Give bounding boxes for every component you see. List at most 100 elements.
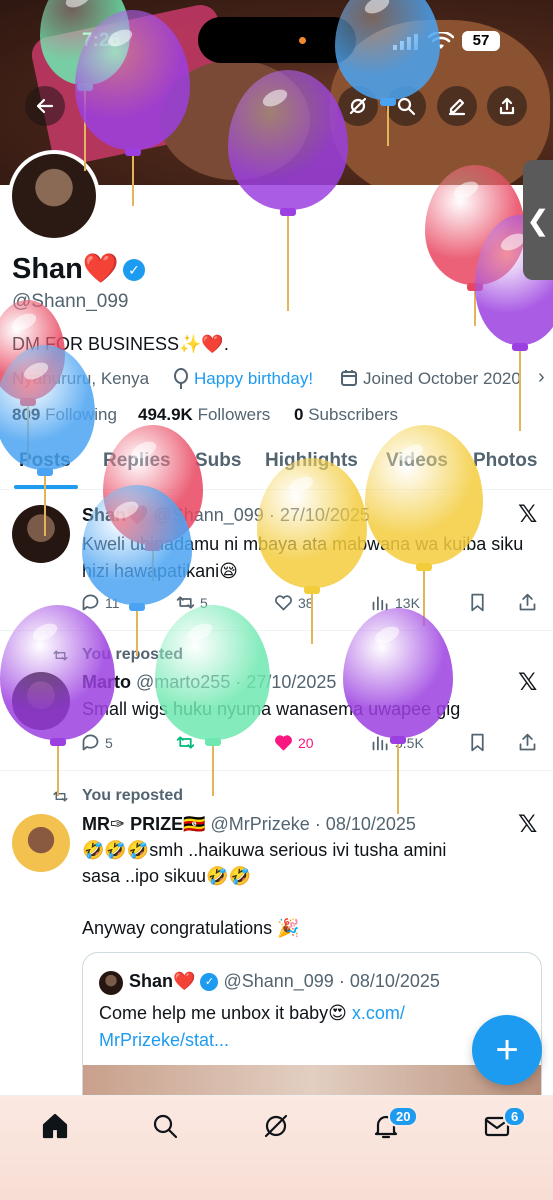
verified-badge-icon: ✓: [200, 973, 219, 991]
tab-videos[interactable]: Videos: [386, 450, 448, 472]
home-icon: [42, 1113, 68, 1139]
dynamic-island: [198, 17, 356, 63]
like-button[interactable]: 20: [273, 732, 314, 753]
reply-button[interactable]: 11: [80, 592, 120, 613]
tweet-avatar[interactable]: [12, 505, 70, 563]
views-button[interactable]: 5.5K: [370, 732, 424, 753]
x-logo-icon: 𝕏: [518, 669, 538, 696]
repost-label: You reposted: [82, 787, 184, 804]
divider: [0, 630, 553, 631]
back-arrow-icon: [36, 98, 54, 114]
reply-button[interactable]: 5: [80, 732, 113, 753]
wifi-icon: [427, 30, 455, 56]
following-stat[interactable]: 809 Following: [12, 405, 117, 425]
share-icon: [499, 97, 515, 115]
quote-link-continued[interactable]: MrPrizeke/stat...: [99, 1030, 229, 1051]
verified-badge-icon: ✓: [123, 259, 145, 281]
tweet-text[interactable]: Kweli ubinadamu ni mbaya ata mabwana wa …: [82, 531, 542, 585]
bookmark-icon: [471, 733, 484, 752]
views-icon: [372, 736, 388, 751]
profile-location: Nyahururu, Kenya: [12, 369, 150, 388]
birthday-link[interactable]: Happy birthday!: [194, 369, 313, 389]
tab-posts[interactable]: Posts: [19, 450, 71, 472]
followers-stat[interactable]: 494.9K Followers: [138, 405, 270, 425]
divider: [0, 489, 553, 490]
heart-filled-icon: [275, 735, 292, 751]
reply-icon: [82, 594, 99, 611]
nav-search[interactable]: [151, 1112, 181, 1142]
share-button[interactable]: [487, 86, 527, 126]
chevron-right-icon: ›: [538, 366, 545, 388]
messages-badge: 6: [503, 1106, 527, 1127]
status-time: 7:26: [82, 30, 121, 51]
repost-icon: [52, 647, 69, 669]
repost-button[interactable]: [175, 732, 196, 753]
signal-icon: [393, 34, 419, 55]
divider: [0, 770, 553, 771]
search-icon: [397, 97, 416, 116]
profile-avatar[interactable]: [8, 150, 100, 242]
calendar-icon: [340, 369, 358, 392]
tweet-header: Marto @marto255 · 27/10/2025: [82, 672, 337, 692]
grok-icon: [349, 97, 367, 115]
quote-link[interactable]: x.com/: [352, 1003, 405, 1023]
compose-button[interactable]: +: [472, 1015, 542, 1085]
bookmark-button[interactable]: [467, 592, 488, 613]
quote-text: Come help me unbox it baby😍 x.com/: [99, 1003, 405, 1023]
balloon-icon: [425, 165, 525, 330]
grok-button[interactable]: [338, 86, 378, 126]
like-button[interactable]: 38: [273, 592, 314, 613]
repost-button[interactable]: 5: [175, 592, 208, 613]
edit-icon: [448, 98, 466, 116]
tab-subs[interactable]: Subs: [195, 450, 241, 472]
bottom-navigation: [0, 1095, 553, 1200]
bookmark-button[interactable]: [467, 732, 488, 753]
tab-replies[interactable]: Replies: [103, 450, 171, 472]
back-button[interactable]: [25, 86, 65, 126]
search-button[interactable]: [386, 86, 426, 126]
repost-icon: [52, 788, 69, 810]
share-tweet-button[interactable]: [517, 732, 538, 753]
tweet-header: Shan❤️ @Shann_099 · 27/10/2025: [82, 505, 370, 525]
edit-button[interactable]: [437, 86, 477, 126]
profile-joined: Joined October 2020: [363, 369, 521, 388]
share-icon: [519, 733, 536, 751]
grok-icon: [264, 1114, 288, 1138]
tweet-text-line[interactable]: Anyway congratulations 🎉: [82, 918, 300, 939]
tweet-avatar[interactable]: [12, 814, 70, 872]
quoted-tweet-card[interactable]: Shan❤️ ✓ @Shann_099 · 08/10/2025 Come he…: [82, 952, 542, 1112]
x-logo-icon: 𝕏: [518, 501, 538, 528]
quote-avatar: [99, 971, 123, 995]
notifications-badge: 20: [388, 1106, 419, 1127]
profile-bio: DM FOR BUSINESS✨❤️.: [12, 334, 229, 354]
tweet-text-line[interactable]: sasa ..ipo sikuu🤣🤣: [82, 866, 251, 887]
nav-grok[interactable]: [262, 1112, 292, 1142]
tweet-text[interactable]: Small wigs huku nyuma wanasema uwapee gi…: [82, 699, 460, 720]
tweet-header: MR✑ PRIZE🇺🇬 @MrPrizeke · 08/10/2025: [82, 814, 416, 834]
reply-icon: [82, 734, 99, 751]
views-button[interactable]: 13K: [370, 592, 420, 613]
heart-icon: [275, 595, 292, 611]
share-icon: [519, 593, 536, 611]
tweet-text-line[interactable]: 🤣🤣🤣smh ..haikuwa serious ivi tusha amini: [82, 840, 446, 861]
side-panel-handle[interactable]: ❮: [523, 160, 553, 280]
tab-highlights[interactable]: Highlights: [265, 450, 358, 472]
nav-home[interactable]: [41, 1112, 71, 1142]
quote-header: Shan❤️ ✓ @Shann_099 · 08/10/2025: [129, 971, 440, 991]
mic-indicator: [299, 37, 306, 44]
balloon-icon: [172, 368, 190, 395]
repost-icon: [176, 736, 195, 749]
repost-label: You reposted: [82, 646, 184, 663]
x-logo-icon: 𝕏: [518, 811, 538, 838]
repost-icon: [176, 596, 195, 609]
battery-icon: 57: [462, 31, 500, 51]
tab-photos[interactable]: Photos: [473, 450, 537, 472]
share-tweet-button[interactable]: [517, 592, 538, 613]
profile-name: Shan❤️: [12, 253, 120, 285]
search-icon: [153, 1114, 178, 1139]
tweet-avatar[interactable]: [12, 672, 70, 730]
subscribers-stat[interactable]: 0 Subscribers: [294, 405, 398, 425]
profile-handle: @Shann_099: [12, 291, 129, 312]
bookmark-icon: [471, 593, 484, 612]
views-icon: [372, 596, 388, 611]
